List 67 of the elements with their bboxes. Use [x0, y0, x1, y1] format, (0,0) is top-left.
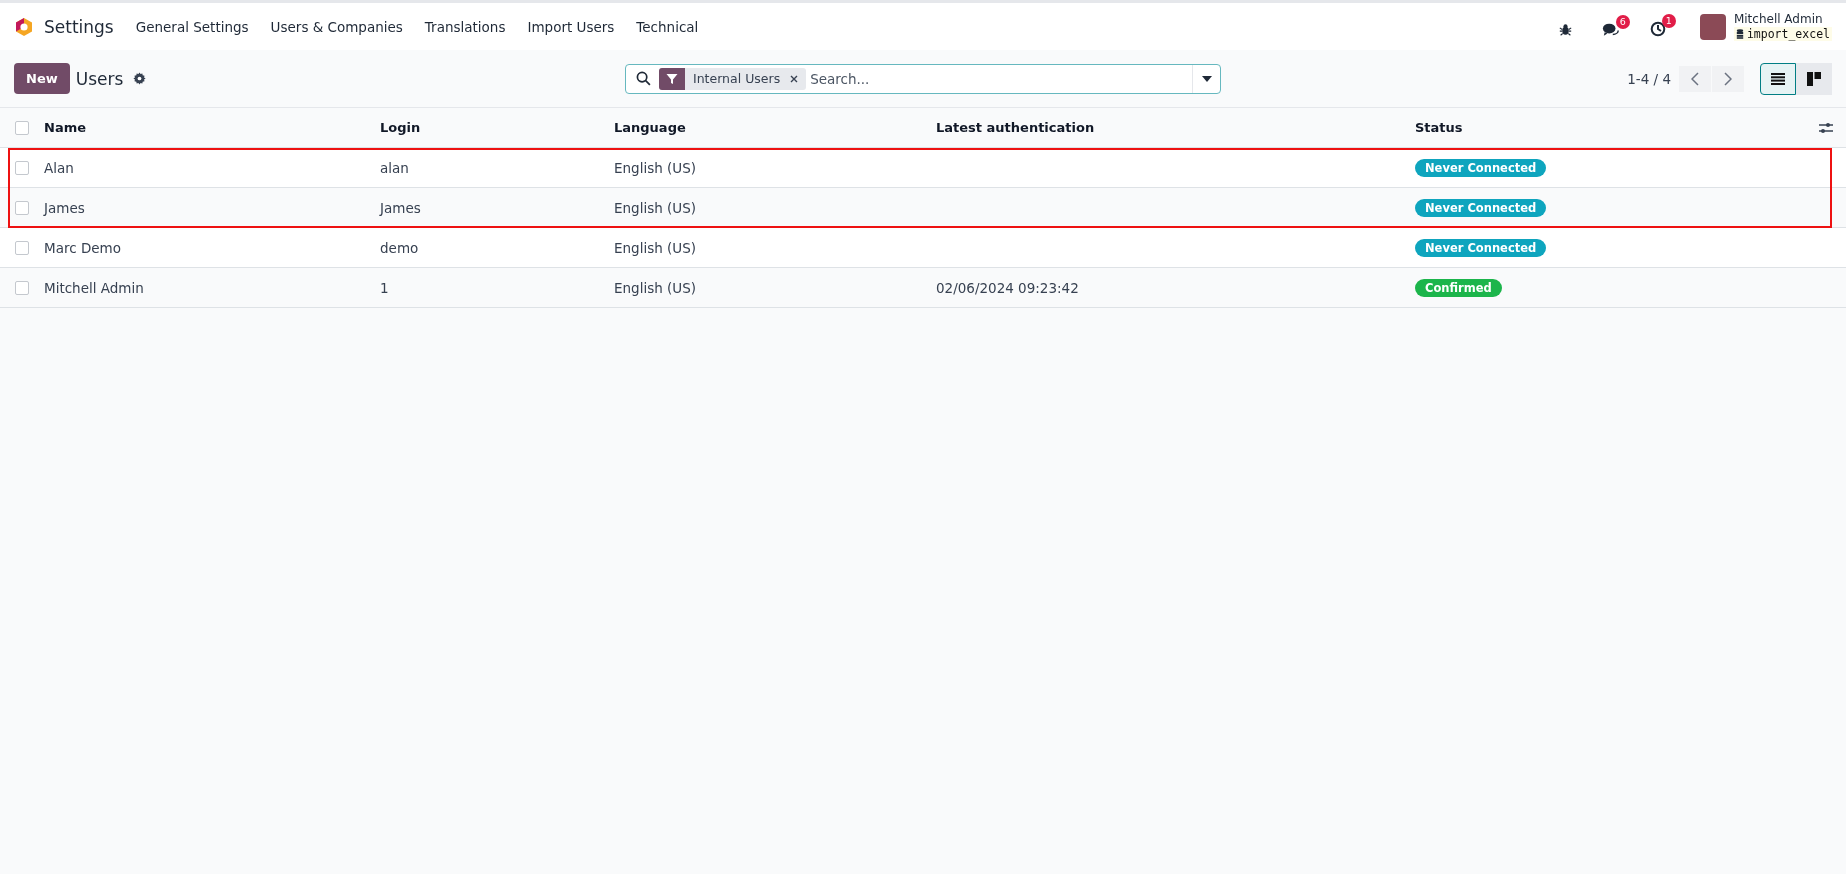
messages-button[interactable]: 6	[1601, 14, 1630, 39]
clock-icon	[1649, 21, 1666, 37]
table-cell: James	[44, 199, 85, 216]
table-cell: English (US)	[614, 239, 697, 256]
table-row[interactable]: Mitchell Admin 1 English (US) 02/06/2024 09:23:42 Confirmed	[0, 268, 1846, 308]
pager-value: 1-4 / 4	[1627, 70, 1671, 87]
status-badge: Never Connected	[1415, 238, 1547, 257]
activities-button[interactable]: 1	[1649, 14, 1676, 39]
page-title: Users	[75, 68, 124, 89]
filter-icon	[666, 72, 678, 85]
table-cell: James	[380, 199, 421, 216]
checkbox[interactable]	[15, 240, 29, 255]
user-name: Mitchell Admin	[1733, 12, 1824, 26]
table-cell: English (US)	[614, 279, 697, 296]
menu-item[interactable]: Translations	[424, 18, 506, 35]
column-header[interactable]: Language	[614, 120, 686, 135]
notification-badge: 6	[1615, 14, 1630, 29]
column-header[interactable]: Login	[380, 120, 421, 135]
table-cell: 02/06/2024 09:23:42	[936, 279, 1079, 296]
list-icon	[1771, 72, 1785, 85]
table-cell: Alan	[44, 159, 74, 176]
table-cell: English (US)	[614, 159, 697, 176]
chevron-right-icon	[1724, 71, 1732, 86]
menu-item[interactable]: General Settings	[135, 18, 249, 35]
checkbox[interactable]	[15, 120, 29, 135]
table-cell: alan	[380, 159, 409, 176]
list-view-button[interactable]	[1760, 62, 1796, 95]
column-header[interactable]: Latest authentication	[936, 120, 1095, 135]
app-name[interactable]: Settings	[44, 16, 114, 37]
settings-button[interactable]	[133, 72, 147, 85]
menu-item[interactable]: Import Users	[527, 18, 615, 35]
search-field[interactable]: Search...	[806, 70, 1192, 87]
checkbox[interactable]	[15, 160, 29, 175]
table-cell: Marc Demo	[44, 239, 121, 256]
table-cell: English (US)	[614, 199, 697, 216]
search-bar[interactable]: Internal Users Search...	[625, 63, 1221, 94]
facet-label: Internal Users	[692, 71, 782, 86]
column-header[interactable]: Status	[1415, 120, 1463, 135]
table-cell: 1	[380, 279, 389, 296]
database-name: import_excel	[1746, 27, 1830, 41]
table-cell: Mitchell Admin	[44, 279, 144, 296]
database-icon	[1735, 29, 1744, 39]
close-icon	[790, 74, 799, 83]
remove-button[interactable]	[790, 74, 799, 83]
new-button[interactable]: New	[14, 63, 70, 94]
chevron-left-icon	[1691, 71, 1699, 86]
table-cell: demo	[380, 239, 419, 256]
status-badge: Never Connected	[1415, 198, 1547, 217]
status-badge: Never Connected	[1415, 158, 1547, 177]
column-header[interactable]: Name	[44, 120, 86, 135]
menu-item[interactable]: Technical	[636, 18, 699, 35]
checkbox[interactable]	[15, 280, 29, 295]
search-icon	[636, 71, 651, 86]
kanban-icon	[1807, 71, 1821, 86]
caret-icon	[1201, 75, 1212, 82]
app-logo-icon	[14, 16, 34, 37]
settings-icon	[133, 72, 147, 85]
sliders-icon	[1819, 121, 1833, 134]
checkbox[interactable]	[15, 200, 29, 215]
menu-item[interactable]: Users & Companies	[270, 18, 403, 35]
status-badge: Confirmed	[1415, 278, 1502, 297]
kanban-view-button[interactable]	[1796, 62, 1832, 95]
bug-icon	[1558, 22, 1572, 36]
chat-bubbles-icon	[1601, 21, 1620, 37]
avatar[interactable]	[1699, 13, 1726, 40]
table-row[interactable]: James James English (US) Never Connected	[0, 188, 1846, 228]
notification-badge: 1	[1661, 14, 1676, 28]
